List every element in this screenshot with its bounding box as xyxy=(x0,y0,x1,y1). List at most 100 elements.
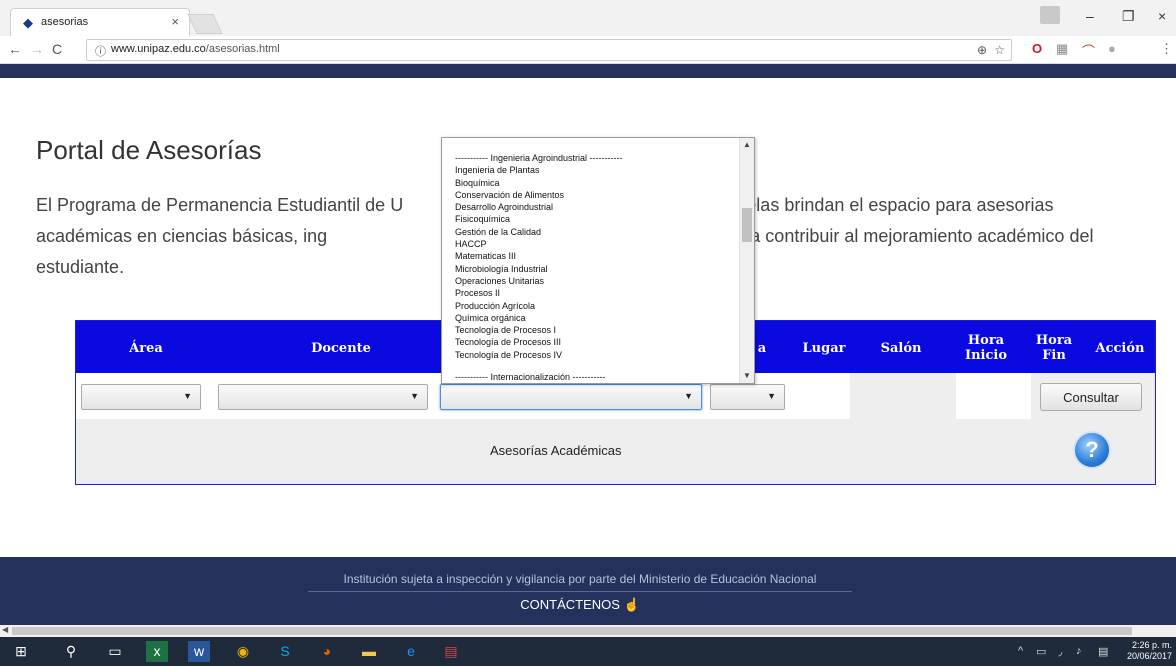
tray-chevron-icon[interactable]: ^ xyxy=(1018,645,1023,657)
header-hora-fin: Hora Fin xyxy=(1035,333,1073,363)
bookmark-star-icon[interactable]: ☆ xyxy=(994,43,1005,57)
info-icon[interactable]: ⓘ xyxy=(95,43,106,59)
clock-date: 20/06/2017 xyxy=(1126,651,1172,661)
profile-icon[interactable] xyxy=(1040,6,1060,24)
opera-icon[interactable]: O xyxy=(1032,41,1042,56)
firefox-icon[interactable]: ◕ xyxy=(316,641,338,662)
extension-icon[interactable]: ▦ xyxy=(1056,41,1068,57)
docente-select[interactable]: ▼ xyxy=(218,384,428,410)
dropdown-option[interactable]: Tecnología de Procesos III xyxy=(442,336,738,348)
browser-tab[interactable]: ◆ asesorias × xyxy=(10,8,190,36)
dropdown-options: ----------- Ingenieria Agroindustrial --… xyxy=(442,152,738,383)
asignatura-dropdown-list[interactable]: ----------- Ingenieria Agroindustrial --… xyxy=(441,137,755,384)
chevron-down-icon: ▼ xyxy=(767,391,776,401)
header-hora-inicio: Hora Inicio xyxy=(965,333,1007,363)
scroll-left-icon[interactable]: ◀ xyxy=(2,625,8,634)
system-clock[interactable]: 2:26 p. m. 20/06/2017 xyxy=(1127,640,1172,662)
edge-icon[interactable]: e xyxy=(400,641,422,662)
dropdown-option[interactable]: Matematicas III xyxy=(442,250,738,262)
chevron-down-icon: ▼ xyxy=(183,391,192,401)
table-footer-row: Asesorías Académicas ? xyxy=(76,419,1155,484)
scroll-up-icon[interactable]: ▲ xyxy=(743,140,751,149)
dropdown-option[interactable]: HACCP xyxy=(442,238,738,250)
excel-icon[interactable]: x xyxy=(146,641,168,662)
hscroll-thumb[interactable] xyxy=(12,627,1132,635)
dropdown-option[interactable]: Conservación de Alimentos xyxy=(442,189,738,201)
dropdown-option[interactable]: Ingenieria de Plantas xyxy=(442,164,738,176)
url-input[interactable]: ⓘ www.unipaz.edu.co/asesorias.html ⊕ ☆ xyxy=(86,39,1012,61)
dropdown-option[interactable]: Química orgánica xyxy=(442,312,738,324)
help-icon[interactable]: ? xyxy=(1073,431,1111,469)
file-explorer-icon[interactable]: ▬ xyxy=(358,641,380,662)
footer-notice: Institución sujeta a inspección y vigila… xyxy=(343,572,817,586)
dropdown-option xyxy=(442,361,738,371)
area-select[interactable]: ▼ xyxy=(81,384,201,410)
url-text: www.unipaz.edu.co/asesorias.html xyxy=(111,43,280,55)
search-icon[interactable]: ⚲ xyxy=(60,641,82,662)
salon-cell xyxy=(850,373,956,419)
close-window-icon[interactable]: × xyxy=(1158,8,1166,24)
back-icon[interactable]: ← xyxy=(8,41,22,57)
url-path: /asesorias.html xyxy=(205,43,280,55)
volume-icon[interactable]: ♪ xyxy=(1076,645,1082,657)
dropdown-option[interactable]: Procesos II xyxy=(442,287,738,299)
clock-time: 2:26 p. m. xyxy=(1131,640,1172,650)
dropdown-option[interactable]: Bioquímica xyxy=(442,177,738,189)
table-footer-label: Asesorías Académicas xyxy=(490,443,622,458)
header-salon: Salón xyxy=(880,341,922,356)
header-accion: Acción xyxy=(1095,341,1145,356)
asignatura-select[interactable]: ▼ xyxy=(440,384,702,410)
minimize-icon[interactable]: – xyxy=(1086,8,1094,24)
dropdown-option[interactable]: Producción Agrícola xyxy=(442,300,738,312)
consultar-button[interactable]: Consultar xyxy=(1040,383,1142,411)
app-icon[interactable]: ▤ xyxy=(440,641,462,662)
windows-start-icon[interactable]: ⊞ xyxy=(10,641,32,662)
skype-icon[interactable]: S xyxy=(274,641,296,662)
contact-link[interactable]: CONTÁCTENOS ☝ xyxy=(0,597,1160,613)
restore-icon[interactable]: ❐ xyxy=(1122,8,1135,25)
dropdown-option[interactable]: Microbiología Industrial xyxy=(442,263,738,275)
task-view-icon[interactable]: ▭ xyxy=(104,641,126,662)
word-icon[interactable]: w xyxy=(188,641,210,662)
horizontal-scrollbar[interactable]: ◀ xyxy=(0,625,1176,637)
chevron-down-icon: ▼ xyxy=(410,391,419,401)
contact-link-label: CONTÁCTENOS xyxy=(520,597,620,612)
header-docente: Docente xyxy=(311,341,371,356)
header-dia: a xyxy=(757,341,767,356)
battery-icon[interactable]: ▭ xyxy=(1036,645,1046,658)
dropdown-option[interactable]: Operaciones Unitarias xyxy=(442,275,738,287)
scrollbar-thumb[interactable] xyxy=(742,208,752,242)
extension-dot-icon[interactable]: ● xyxy=(1108,41,1116,56)
url-host: www.unipaz.edu.co xyxy=(111,43,206,55)
menu-icon[interactable]: ⋮ xyxy=(1160,41,1173,57)
scroll-down-icon[interactable]: ▼ xyxy=(743,371,751,380)
dropdown-option[interactable]: Gestión de la Calidad xyxy=(442,226,738,238)
chrome-icon[interactable]: ◉ xyxy=(232,641,254,662)
footer-divider xyxy=(308,591,852,592)
new-tab-button[interactable] xyxy=(187,14,223,34)
site-header-bar xyxy=(0,64,1176,78)
dia-select[interactable]: ▼ xyxy=(710,384,785,410)
header-lugar: Lugar xyxy=(802,341,846,356)
reload-icon[interactable]: C xyxy=(52,41,62,57)
page-title: Portal de Asesorías xyxy=(36,135,262,165)
address-bar-row: ← → C ⓘ www.unipaz.edu.co/asesorias.html… xyxy=(0,36,1176,64)
site-footer: Institución sujeta a inspección y vigila… xyxy=(0,557,1176,625)
chevron-down-icon: ▼ xyxy=(684,391,693,401)
dropdown-option[interactable]: Fisicoquímica xyxy=(442,213,738,225)
windows-taskbar: ⊞ ⚲ ▭ x w ◉ S ◕ ▬ e ▤ ^ ▭ ◞ ♪ ▤ 2:26 p. … xyxy=(0,637,1176,666)
forward-icon[interactable]: → xyxy=(30,41,44,57)
hand-cursor-icon: ☝ xyxy=(623,597,640,612)
close-tab-icon[interactable]: × xyxy=(171,14,179,29)
dropdown-option[interactable]: Desarrollo Agroindustrial xyxy=(442,201,738,213)
dropdown-group-header: ----------- Internacionalización -------… xyxy=(455,372,606,383)
dropdown-option[interactable]: Tecnología de Procesos I xyxy=(442,324,738,336)
wifi-icon[interactable]: ◞ xyxy=(1058,645,1062,658)
dropdown-group-header: ----------- Ingenieria Agroindustrial --… xyxy=(455,153,623,163)
extension-arc-icon[interactable]: ⌒ xyxy=(1082,41,1095,60)
dropdown-scrollbar[interactable]: ▲ ▼ xyxy=(739,138,754,383)
zoom-icon[interactable]: ⊕ xyxy=(977,43,987,57)
dropdown-option[interactable]: Tecnología de Procesos IV xyxy=(442,349,738,361)
notification-icon[interactable]: ▤ xyxy=(1098,645,1108,658)
browser-tabstrip: ◆ asesorias × – ❐ × xyxy=(0,0,1176,36)
